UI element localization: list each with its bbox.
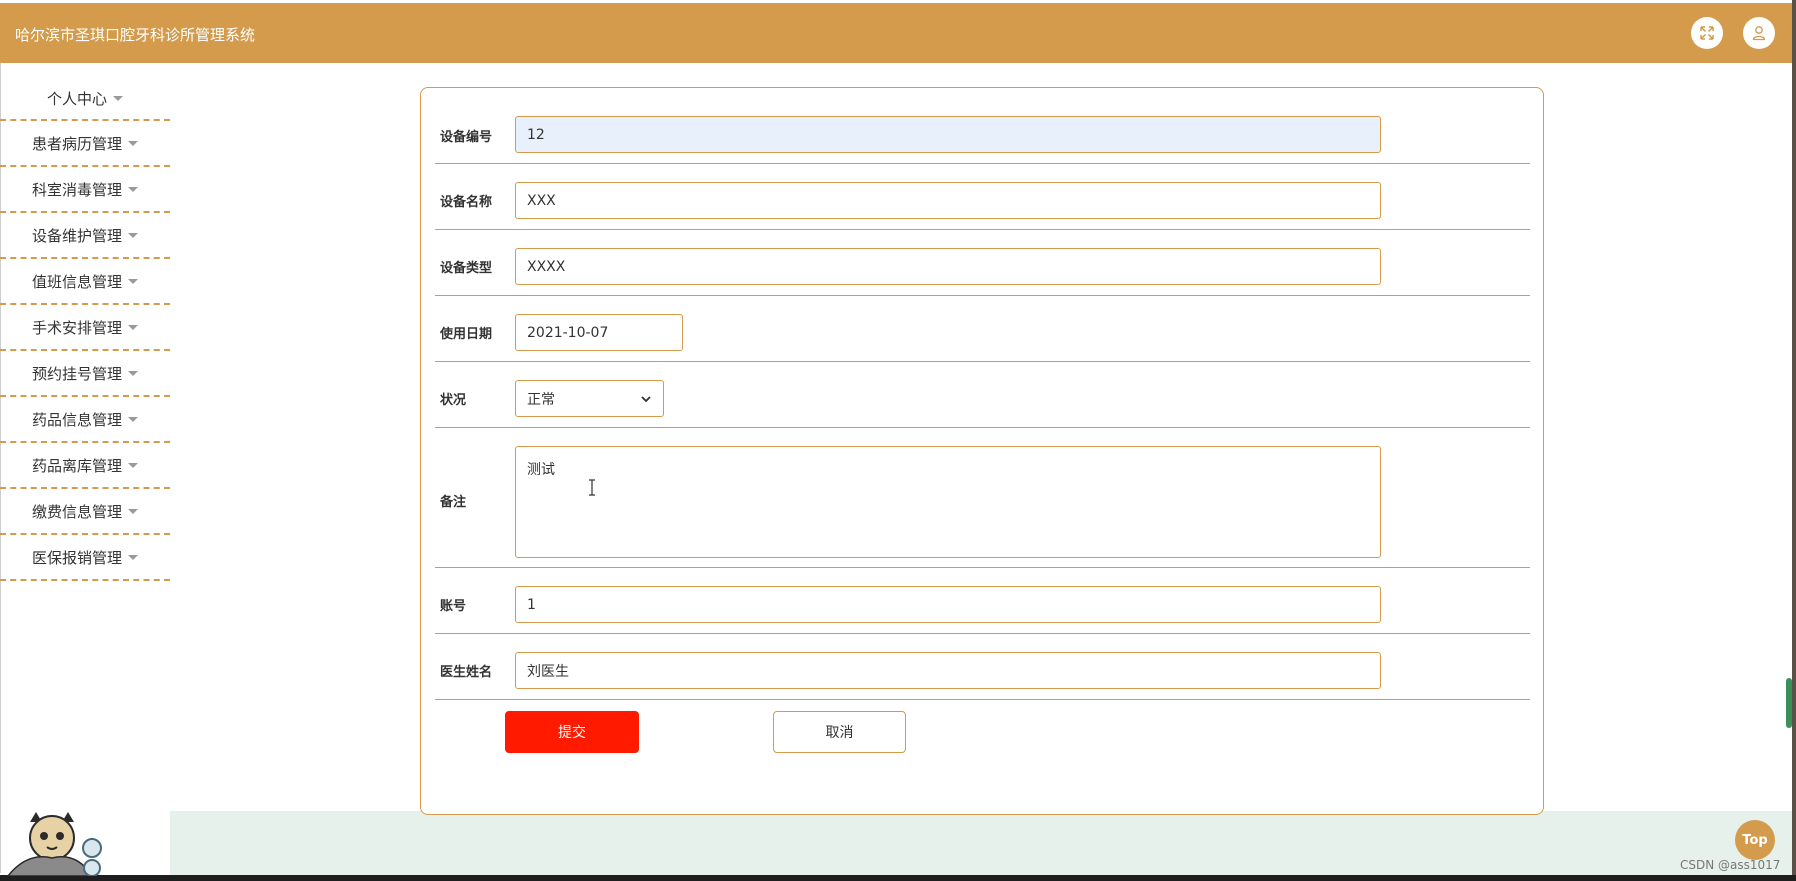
fullscreen-button[interactable] bbox=[1691, 17, 1723, 49]
sidebar-item-label: 值班信息管理 bbox=[31, 272, 122, 291]
device-form-card: 设备编号 12 设备名称 XXX 设备类型 XXXX 使用日期 2021-10-… bbox=[420, 87, 1544, 815]
use-date-input[interactable]: 2021-10-07 bbox=[515, 314, 683, 351]
sidebar-item-disinfection[interactable]: 科室消毒管理 bbox=[0, 167, 170, 213]
device-type-label: 设备类型 bbox=[440, 261, 493, 276]
cancel-button[interactable]: 取消 bbox=[773, 711, 906, 753]
chevron-down-icon bbox=[641, 395, 651, 402]
doctor-name-label: 医生姓名 bbox=[440, 665, 493, 680]
sidebar-item-label: 科室消毒管理 bbox=[31, 180, 122, 199]
form-row-account: 账号 1 bbox=[435, 568, 1530, 634]
sidebar-item-label: 手术安排管理 bbox=[31, 318, 122, 337]
form-row-device-name: 设备名称 XXX bbox=[435, 164, 1530, 230]
use-date-value: 2021-10-07 bbox=[527, 324, 609, 341]
caret-down-icon bbox=[128, 324, 138, 330]
device-type-input[interactable]: XXXX bbox=[515, 248, 1381, 285]
mascot-illustration bbox=[7, 812, 102, 876]
form-row-device-no: 设备编号 12 bbox=[435, 88, 1530, 164]
sidebar-nav: 个人中心 患者病历管理 科室消毒管理 设备维护管理 值班信息管理 手术安排管理 … bbox=[0, 77, 170, 581]
user-icon bbox=[1752, 26, 1766, 41]
doctor-name-input[interactable]: 刘医生 bbox=[515, 652, 1381, 689]
sidebar-item-label: 药品信息管理 bbox=[31, 410, 122, 429]
sidebar-item-drug-outbound[interactable]: 药品离库管理 bbox=[0, 443, 170, 489]
sidebar-item-label: 预约挂号管理 bbox=[31, 364, 122, 383]
device-no-input[interactable]: 12 bbox=[515, 116, 1381, 153]
remark-value: 测试 bbox=[527, 462, 555, 478]
sidebar-item-patient-records[interactable]: 患者病历管理 bbox=[0, 121, 170, 167]
sidebar-item-insurance[interactable]: 医保报销管理 bbox=[0, 535, 170, 581]
status-selected-value: 正常 bbox=[527, 391, 555, 408]
caret-down-icon bbox=[128, 370, 138, 376]
device-no-label: 设备编号 bbox=[440, 130, 493, 145]
sidebar-item-drug-info[interactable]: 药品信息管理 bbox=[0, 397, 170, 443]
caret-down-icon bbox=[128, 416, 138, 422]
caret-down-icon bbox=[128, 232, 138, 238]
watermark-text: CSDN @ass1017 bbox=[1680, 858, 1781, 872]
sidebar-item-equipment-maintenance[interactable]: 设备维护管理 bbox=[0, 213, 170, 259]
user-button[interactable] bbox=[1743, 17, 1775, 49]
form-row-status: 状况 正常 bbox=[435, 362, 1530, 428]
window-edge bbox=[1792, 0, 1796, 881]
device-name-value: XXX bbox=[527, 192, 556, 209]
doctor-name-value: 刘医生 bbox=[527, 663, 569, 680]
fullscreen-icon bbox=[1700, 26, 1714, 40]
form-row-use-date: 使用日期 2021-10-07 bbox=[435, 296, 1530, 362]
caret-down-icon bbox=[113, 95, 123, 101]
sidebar-item-label: 设备维护管理 bbox=[31, 226, 122, 245]
account-input[interactable]: 1 bbox=[515, 586, 1381, 623]
caret-down-icon bbox=[128, 462, 138, 468]
account-label: 账号 bbox=[440, 599, 467, 614]
sidebar-item-surgery-schedule[interactable]: 手术安排管理 bbox=[0, 305, 170, 351]
status-select[interactable]: 正常 bbox=[515, 380, 664, 417]
sidebar-item-label: 患者病历管理 bbox=[31, 134, 122, 153]
submit-button[interactable]: 提交 bbox=[505, 711, 639, 753]
status-label: 状况 bbox=[440, 393, 467, 408]
caret-down-icon bbox=[128, 508, 138, 514]
device-name-input[interactable]: XXX bbox=[515, 182, 1381, 219]
app-title: 哈尔滨市圣琪口腔牙科诊所管理系统 bbox=[15, 26, 256, 44]
sidebar-item-label: 药品离库管理 bbox=[31, 456, 122, 475]
device-name-label: 设备名称 bbox=[440, 195, 493, 210]
sidebar-item-duty-info[interactable]: 值班信息管理 bbox=[0, 259, 170, 305]
top-header: 哈尔滨市圣琪口腔牙科诊所管理系统 bbox=[0, 3, 1792, 63]
device-type-value: XXXX bbox=[527, 258, 566, 275]
text-cursor-icon bbox=[589, 479, 595, 496]
account-value: 1 bbox=[527, 596, 536, 613]
sidebar-item-label: 医保报销管理 bbox=[31, 548, 122, 567]
sidebar-item-label: 缴费信息管理 bbox=[31, 502, 122, 521]
bottom-bar bbox=[0, 875, 1796, 881]
form-row-remark: 备注 测试 bbox=[435, 428, 1530, 568]
sidebar-item-personal-center[interactable]: 个人中心 bbox=[0, 77, 170, 121]
back-to-top-button[interactable]: Top bbox=[1735, 820, 1775, 860]
caret-down-icon bbox=[128, 140, 138, 146]
sidebar-item-label: 个人中心 bbox=[46, 89, 107, 108]
sidebar-item-appointments[interactable]: 预约挂号管理 bbox=[0, 351, 170, 397]
device-no-value: 12 bbox=[527, 126, 545, 143]
sidebar-item-payments[interactable]: 缴费信息管理 bbox=[0, 489, 170, 535]
footer-area bbox=[170, 811, 1792, 875]
caret-down-icon bbox=[128, 554, 138, 560]
use-date-label: 使用日期 bbox=[440, 327, 493, 342]
scrollbar-thumb[interactable] bbox=[1786, 678, 1792, 728]
caret-down-icon bbox=[128, 278, 138, 284]
form-row-device-type: 设备类型 XXXX bbox=[435, 230, 1530, 296]
remark-textarea[interactable]: 测试 bbox=[515, 446, 1381, 558]
remark-label: 备注 bbox=[440, 495, 467, 510]
form-row-doctor-name: 医生姓名 刘医生 bbox=[435, 634, 1530, 700]
caret-down-icon bbox=[128, 186, 138, 192]
